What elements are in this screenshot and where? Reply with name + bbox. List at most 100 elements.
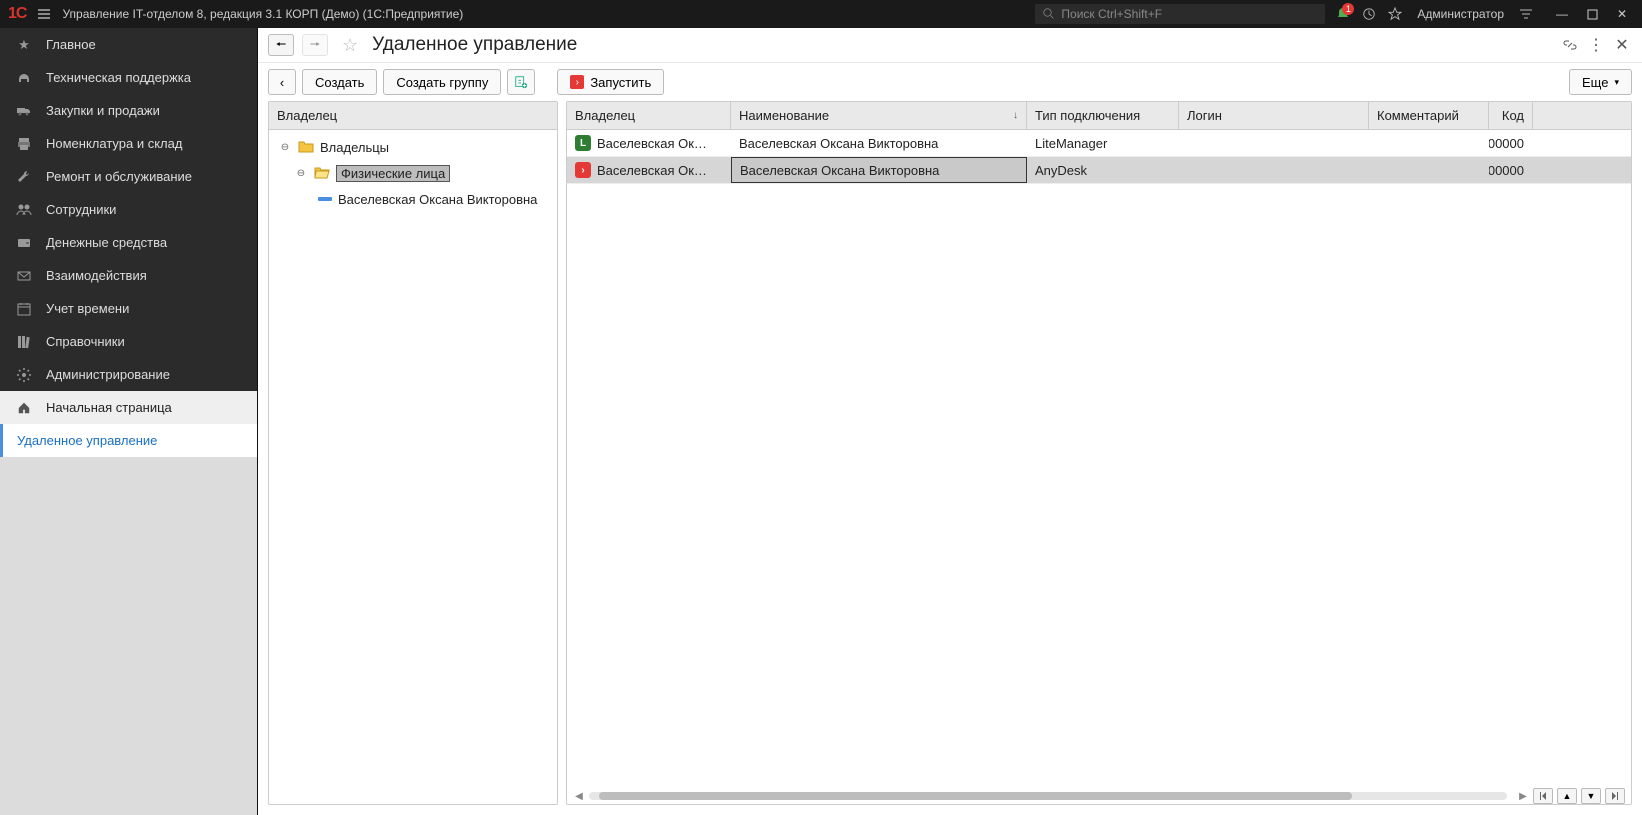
star-icon[interactable]	[1387, 7, 1403, 21]
sidebar: ★ Главное Техническая поддержка Закупки …	[0, 28, 258, 815]
home-icon	[14, 401, 34, 415]
sort-asc-icon: ↓	[1013, 110, 1018, 121]
page-title: Удаленное управление	[372, 34, 577, 56]
tree-label: Владельцы	[320, 140, 389, 155]
cell-comment	[1369, 157, 1489, 183]
truck-icon	[14, 103, 34, 119]
sidebar-item-repair[interactable]: Ремонт и обслуживание	[0, 160, 257, 193]
home-page-tab[interactable]: Начальная страница	[0, 391, 257, 424]
sidebar-item-support[interactable]: Техническая поддержка	[0, 61, 257, 94]
up-level-button[interactable]: ‹	[268, 69, 296, 95]
folder-icon	[298, 140, 314, 154]
gear-icon	[14, 367, 34, 383]
tree-person[interactable]: Васелевская Оксана Викторовна	[273, 186, 553, 212]
cell-owner: ›Васелевская Ок…	[567, 157, 731, 183]
run-button[interactable]: › Запустить	[557, 69, 664, 95]
tree-root[interactable]: ⊖ Владельцы	[273, 134, 553, 160]
sidebar-item-timesheet[interactable]: Учет времени	[0, 292, 257, 325]
sidebar-item-stock[interactable]: Номенклатура и склад	[0, 127, 257, 160]
remote-control-tab[interactable]: Удаленное управление	[0, 424, 257, 457]
cell-name: Васелевская Оксана Викторовна	[731, 130, 1027, 156]
sidebar-item-employees[interactable]: Сотрудники	[0, 193, 257, 226]
close-button[interactable]: ✕	[1610, 4, 1634, 24]
history-icon[interactable]	[1361, 7, 1377, 21]
table-footer: ◀ ▶ ▲ ▼	[567, 788, 1631, 804]
goto-start-button[interactable]	[1533, 788, 1553, 804]
logo-1c: 1С	[8, 5, 26, 23]
tree-label: Физические лица	[336, 165, 450, 182]
cell-login	[1179, 130, 1369, 156]
collapse-icon[interactable]: ⊖	[294, 166, 308, 180]
cell-comment	[1369, 130, 1489, 156]
sidebar-item-label: Взаимодействия	[46, 268, 147, 283]
anydesk-icon: ›	[575, 162, 591, 178]
sidebar-item-money[interactable]: Денежные средства	[0, 226, 257, 259]
create-copy-button[interactable]	[507, 69, 535, 95]
scroll-left-icon[interactable]: ◀	[573, 790, 585, 802]
horizontal-scrollbar[interactable]	[589, 792, 1507, 800]
notifications-button[interactable]: 1	[1335, 6, 1351, 22]
sidebar-item-admin[interactable]: Администрирование	[0, 358, 257, 391]
sidebar-item-sales[interactable]: Закупки и продажи	[0, 94, 257, 127]
cell-code: 00000	[1489, 130, 1533, 156]
owner-tree: ⊖ Владельцы ⊖ Физические лица Васелевска…	[269, 130, 557, 804]
printer-icon	[14, 136, 34, 152]
sidebar-item-label: Сотрудники	[46, 202, 116, 217]
tree-group[interactable]: ⊖ Физические лица	[273, 160, 553, 186]
close-tab-icon[interactable]: ✕	[1612, 35, 1632, 55]
scroll-right-icon[interactable]: ▶	[1517, 790, 1529, 802]
wrench-icon	[14, 169, 34, 185]
sidebar-item-label: Техническая поддержка	[46, 70, 191, 85]
search-input[interactable]: Поиск Ctrl+Shift+F	[1035, 4, 1325, 24]
calendar-icon	[14, 301, 34, 317]
col-code[interactable]: Код	[1489, 102, 1533, 129]
col-login[interactable]: Логин	[1179, 102, 1369, 129]
sidebar-item-label: Закупки и продажи	[46, 103, 160, 118]
headset-icon	[14, 70, 34, 86]
window-controls: — ✕	[1550, 4, 1634, 24]
col-owner[interactable]: Владелец	[567, 102, 731, 129]
favorite-star-icon[interactable]: ☆	[342, 35, 358, 56]
settings-lines-icon[interactable]	[1518, 7, 1534, 21]
leaf-icon	[318, 197, 332, 201]
sidebar-item-interactions[interactable]: Взаимодействия	[0, 259, 257, 292]
sidebar-item-label: Справочники	[46, 334, 125, 349]
table-row[interactable]: ›Васелевская Ок… Васелевская Оксана Викт…	[567, 157, 1631, 184]
sidebar-item-catalogs[interactable]: Справочники	[0, 325, 257, 358]
connections-table: Владелец Наименование↓ Тип подключения Л…	[567, 102, 1631, 788]
sidebar-item-main[interactable]: ★ Главное	[0, 28, 257, 61]
goto-end-button[interactable]	[1605, 788, 1625, 804]
table-row[interactable]: LВаселевская Ок… Васелевская Оксана Викт…	[567, 130, 1631, 157]
collapse-icon[interactable]: ⊖	[278, 140, 292, 154]
wallet-icon	[14, 235, 34, 251]
search-icon	[1043, 8, 1055, 20]
toolbar: ‹ Создать Создать группу › Запустить Еще…	[258, 63, 1642, 101]
minimize-button[interactable]: —	[1550, 4, 1574, 24]
sidebar-item-label: Ремонт и обслуживание	[46, 169, 192, 184]
sidebar-item-label: Номенклатура и склад	[46, 136, 182, 151]
notification-badge: 1	[1342, 3, 1354, 15]
user-label[interactable]: Администратор	[1417, 7, 1504, 21]
kebab-menu-icon[interactable]: ⋮	[1586, 35, 1606, 55]
goto-up-button[interactable]: ▲	[1557, 788, 1577, 804]
link-icon[interactable]	[1560, 35, 1580, 55]
col-comment[interactable]: Комментарий	[1369, 102, 1489, 129]
nav-back-button[interactable]: 🠔	[268, 34, 294, 56]
cell-login	[1179, 157, 1369, 183]
nav-forward-button[interactable]: 🠖	[302, 34, 328, 56]
tree-label: Васелевская Оксана Викторовна	[338, 192, 537, 207]
maximize-button[interactable]	[1580, 4, 1604, 24]
sidebar-filler	[0, 457, 257, 815]
more-button[interactable]: Еще▾	[1569, 69, 1632, 95]
col-name[interactable]: Наименование↓	[731, 102, 1027, 129]
create-button[interactable]: Создать	[302, 69, 377, 95]
menu-icon[interactable]	[36, 7, 52, 21]
col-type[interactable]: Тип подключения	[1027, 102, 1179, 129]
anydesk-run-icon: ›	[570, 75, 584, 89]
sidebar-item-label: Администрирование	[46, 367, 170, 382]
owner-tree-pane: Владелец ⊖ Владельцы ⊖ Физические лица	[268, 101, 558, 805]
app-title: Управление IT-отделом 8, редакция 3.1 КО…	[62, 7, 463, 21]
goto-down-button[interactable]: ▼	[1581, 788, 1601, 804]
create-group-button[interactable]: Создать группу	[383, 69, 501, 95]
folder-open-icon	[314, 166, 330, 180]
